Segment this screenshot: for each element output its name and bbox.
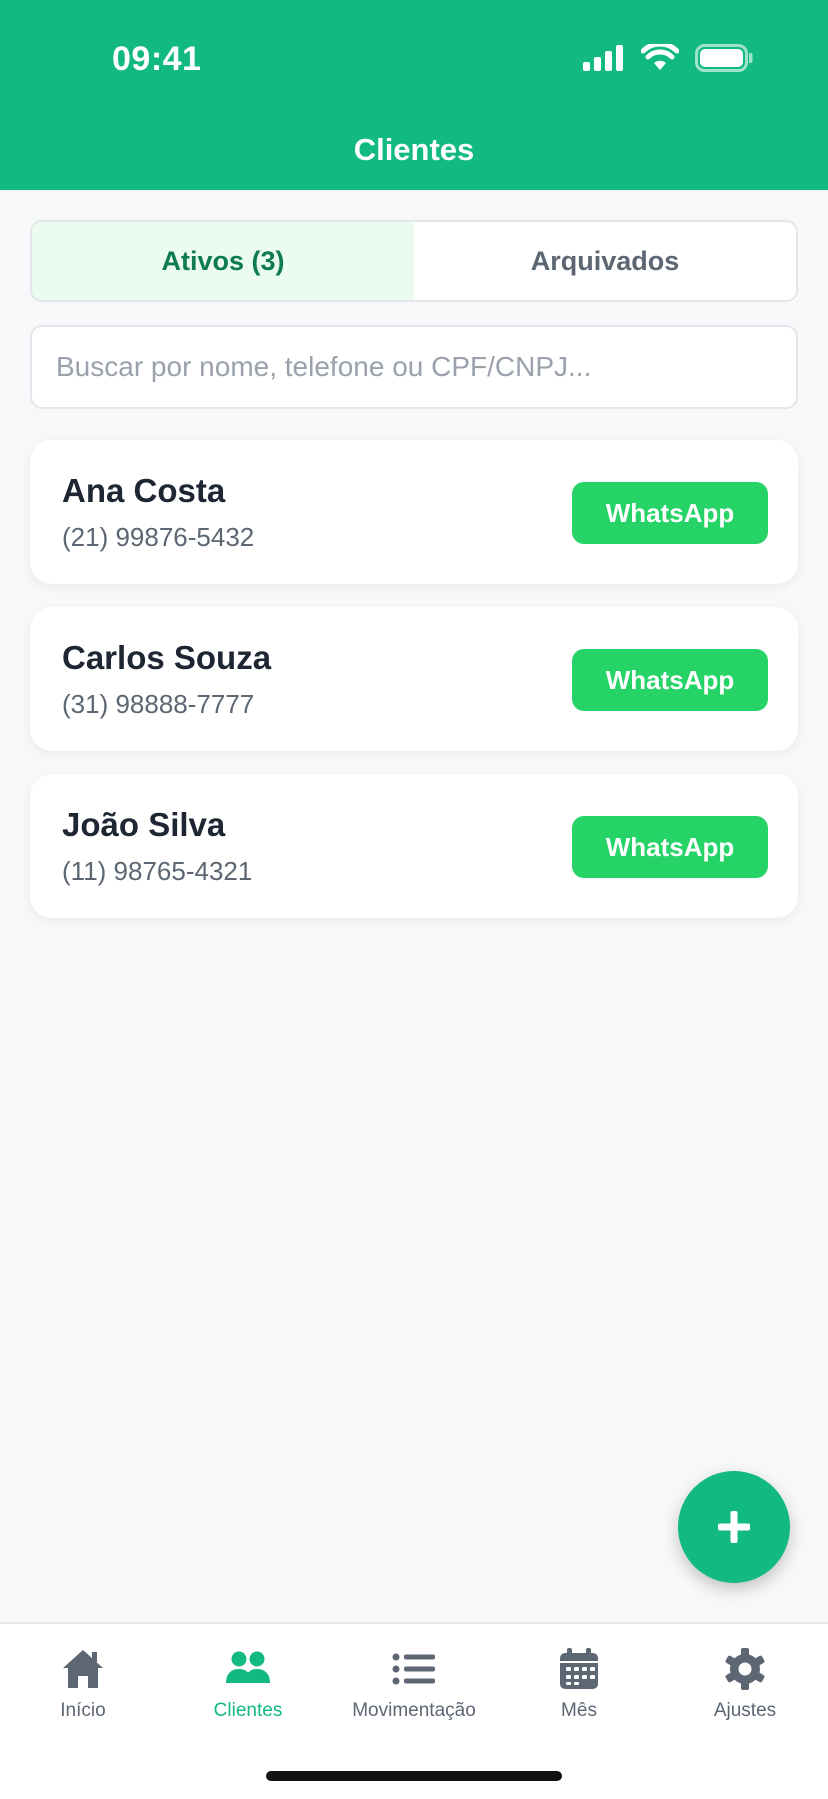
client-phone: (21) 99876-5432	[62, 522, 255, 552]
client-name: João Silva	[62, 806, 226, 843]
whatsapp-button[interactable]: WhatsApp	[572, 649, 768, 711]
status-time: 09:41	[112, 40, 202, 78]
whatsapp-button[interactable]: WhatsApp	[572, 816, 768, 878]
client-card[interactable]: João Silva (11) 98765-4321 WhatsApp	[30, 774, 798, 918]
nav-label: Clientes	[213, 1700, 283, 1721]
client-card[interactable]: Ana Costa (21) 99876-5432 WhatsApp	[30, 440, 798, 584]
gear-icon	[725, 1648, 765, 1690]
status-icons	[583, 44, 753, 72]
client-card[interactable]: Carlos Souza (31) 98888-7777 WhatsApp	[30, 607, 798, 751]
home-indicator	[266, 1771, 562, 1781]
search-box	[30, 325, 798, 409]
nav-item-clientes[interactable]: Clientes	[165, 1646, 331, 1722]
add-client-button[interactable]	[678, 1471, 790, 1583]
search-input[interactable]	[56, 351, 796, 383]
whatsapp-button[interactable]: WhatsApp	[572, 482, 768, 544]
tab-ativos[interactable]: Ativos (3)	[32, 222, 414, 300]
page-title: Clientes	[353, 132, 475, 167]
nav-label: Ajustes	[713, 1700, 777, 1721]
client-name: Carlos Souza	[62, 639, 272, 676]
client-phone: (31) 98888-7777	[62, 689, 255, 719]
client-name: Ana Costa	[62, 472, 226, 509]
wifi-icon	[641, 44, 679, 70]
nav-label: Movimentação	[352, 1700, 476, 1721]
users-icon	[226, 1651, 270, 1683]
nav-item-inicio[interactable]: Início	[0, 1646, 166, 1722]
client-phone: (11) 98765-4321	[62, 856, 253, 886]
signal-icon	[583, 45, 623, 71]
battery-icon	[695, 44, 753, 72]
nav-item-movimentacao[interactable]: Movimentação	[331, 1646, 497, 1722]
plus-icon	[718, 1511, 750, 1543]
calendar-icon	[560, 1648, 598, 1689]
status-tabs: Ativos (3) Arquivados	[30, 220, 798, 302]
nav-label: Mês	[561, 1700, 597, 1721]
nav-item-mes[interactable]: Mês	[496, 1646, 662, 1722]
list-icon	[392, 1653, 435, 1685]
home-icon	[63, 1650, 103, 1688]
app-header: 09:41 Clientes	[0, 0, 828, 190]
nav-label: Início	[60, 1700, 106, 1721]
tab-arquivados[interactable]: Arquivados	[414, 222, 796, 300]
nav-item-ajustes[interactable]: Ajustes	[662, 1646, 828, 1722]
